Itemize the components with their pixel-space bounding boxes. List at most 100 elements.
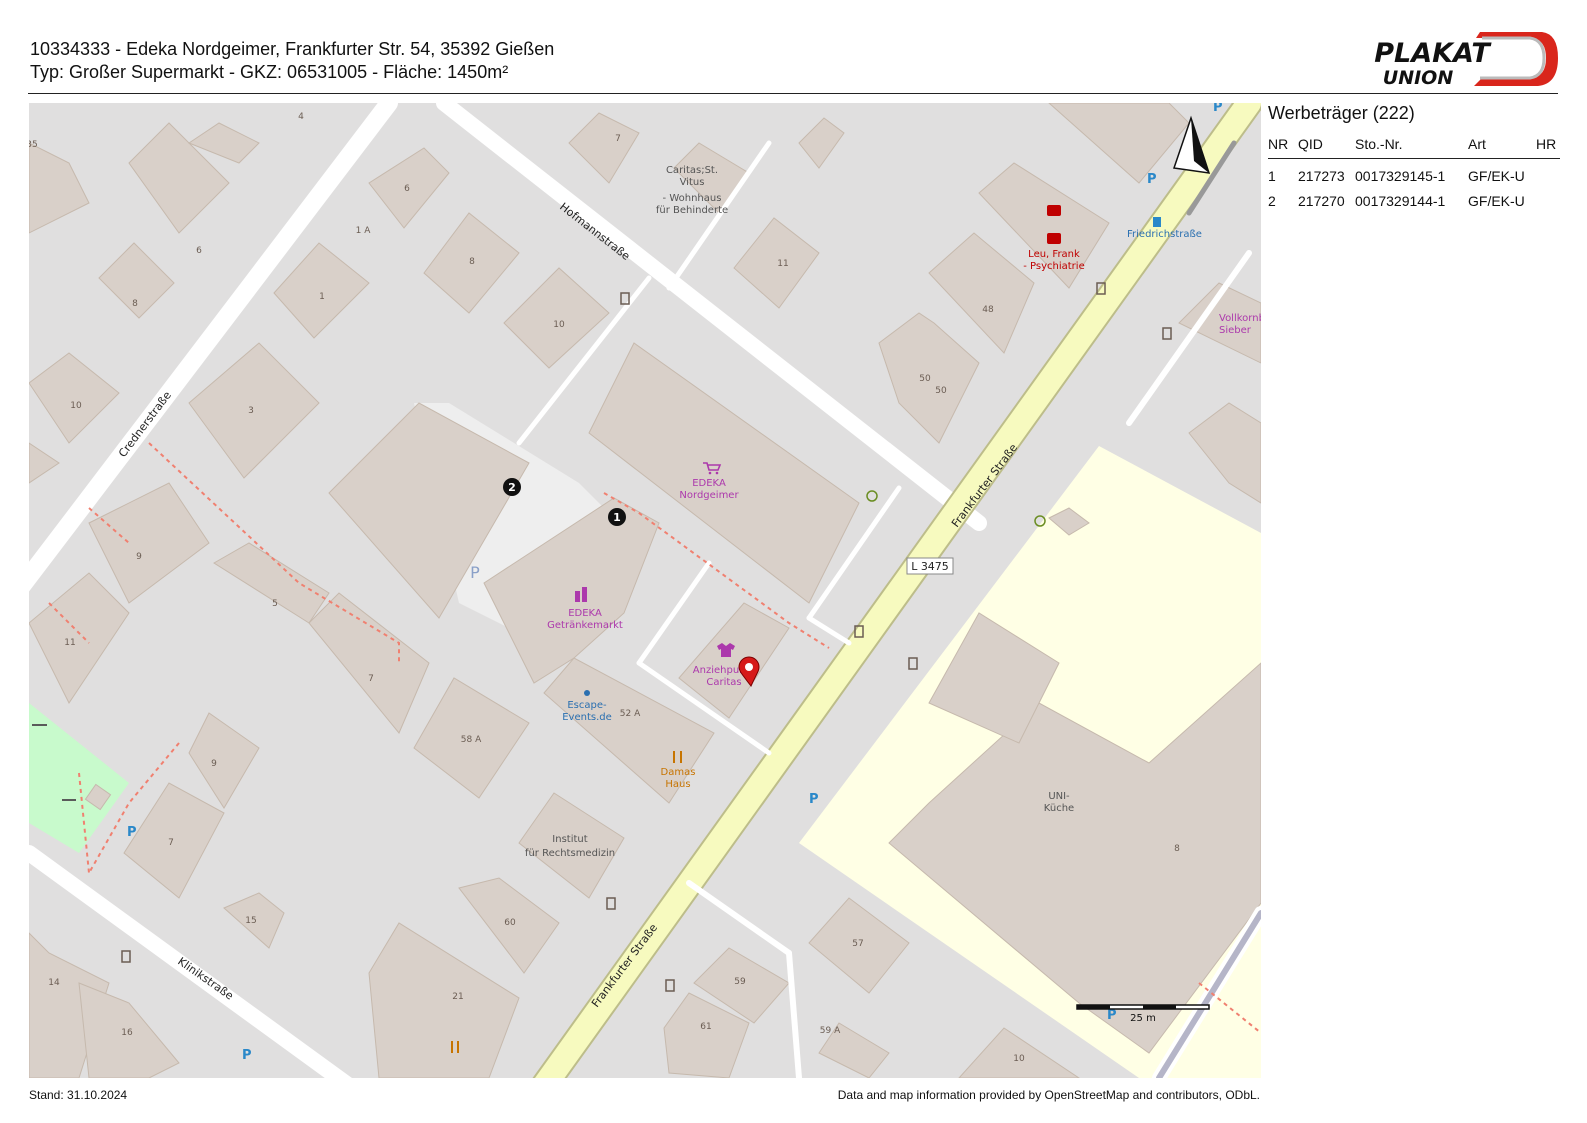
svg-text:16: 16: [121, 1028, 133, 1038]
header-subtitle: Typ: Großer Supermarkt - GKZ: 06531005 -…: [30, 62, 509, 82]
svg-text:P: P: [1147, 172, 1157, 187]
svg-text:60: 60: [504, 918, 516, 928]
poi-uni-2: Küche: [1044, 803, 1074, 814]
svg-text:P: P: [1107, 1008, 1117, 1023]
plakat-union-logo: PLAKAT UNION: [1374, 32, 1558, 89]
ad-carrier-title: Werbeträger (222): [1268, 103, 1415, 123]
cell-hr: [1536, 184, 1560, 209]
route-label: L 3475: [911, 560, 949, 573]
poi-institut-2: für Rechtsmedizin: [525, 848, 615, 859]
table-row[interactable]: 2 217270 0017329144-1 GF/EK-U: [1268, 184, 1560, 209]
poi-edeka-name: Nordgeimer: [679, 490, 739, 501]
map-view[interactable]: Hofmannstraße Crednerstraße Frankfurter …: [29, 103, 1261, 1078]
svg-text:3: 3: [248, 406, 254, 416]
footer-date: Stand: 31.10.2024: [29, 1088, 128, 1102]
col-art: Art: [1468, 132, 1536, 159]
poi-escape-2: Events.de: [562, 712, 612, 723]
ad-carrier-panel: Werbeträger (222) NR QID Sto.-Nr. Art HR…: [1268, 103, 1560, 209]
svg-text:P: P: [809, 792, 819, 807]
ad-marker-1[interactable]: 1: [608, 508, 626, 526]
svg-text:8: 8: [1174, 844, 1180, 854]
poi-vollkorn-1: Vollkornb: [1219, 313, 1261, 324]
svg-text:52 A: 52 A: [620, 709, 641, 719]
svg-text:2: 2: [508, 481, 516, 494]
street-label-klinik: Klinikstraße: [175, 955, 236, 1003]
col-nr: NR: [1268, 132, 1298, 159]
footer-attribution: Data and map information provided by Ope…: [837, 1088, 1260, 1102]
svg-text:6: 6: [404, 184, 410, 194]
page-header: 10334333 - Edeka Nordgeimer, Frankfurter…: [30, 38, 554, 84]
poi-institut-1: Institut: [552, 834, 587, 845]
logo-bottom-text: UNION: [1383, 67, 1454, 89]
cell-art: GF/EK-U: [1468, 193, 1525, 209]
svg-text:P: P: [127, 825, 137, 840]
svg-text:7: 7: [368, 674, 374, 684]
cell-art: GF/EK-U: [1468, 168, 1525, 184]
poi-edeka: EDEKA: [692, 478, 726, 489]
poi-caritas-3: - Wohnhaus: [663, 193, 722, 204]
cell-hr: [1536, 159, 1560, 185]
svg-text:50: 50: [935, 386, 947, 396]
svg-text:59: 59: [734, 977, 746, 987]
poi-leu-1: Leu, Frank: [1028, 249, 1080, 260]
scale-label: 25 m: [1130, 1013, 1156, 1024]
poi-caritas-2: Vitus: [680, 177, 705, 188]
svg-text:6: 6: [196, 246, 202, 256]
svg-text:21: 21: [452, 992, 463, 1002]
svg-text:1 A: 1 A: [356, 226, 372, 236]
svg-text:11: 11: [64, 638, 75, 648]
header-title: 10334333 - Edeka Nordgeimer, Frankfurter…: [30, 39, 555, 59]
svg-text:4: 4: [298, 112, 304, 122]
svg-text:14: 14: [48, 978, 60, 988]
svg-text:58 A: 58 A: [461, 735, 482, 745]
ad-marker-2[interactable]: 2: [503, 478, 521, 496]
station-icon: [1153, 217, 1161, 227]
svg-text:9: 9: [136, 552, 142, 562]
ad-carrier-table: NR QID Sto.-Nr. Art HR 1 217273 00173291…: [1268, 132, 1560, 209]
cell-nr: 2: [1268, 193, 1276, 209]
svg-text:5: 5: [272, 599, 278, 609]
table-row[interactable]: 1 217273 0017329145-1 GF/EK-U: [1268, 159, 1560, 185]
station-label: Friedrichstraße: [1127, 229, 1202, 240]
cell-sto: 0017329144-1: [1355, 193, 1446, 209]
poi-getraenke: EDEKA: [568, 608, 602, 619]
svg-text:57: 57: [852, 939, 863, 949]
svg-text:48: 48: [982, 305, 994, 315]
escape-dot-icon: [584, 690, 590, 696]
poi-damas-2: Haus: [665, 779, 690, 790]
svg-text:7: 7: [615, 134, 621, 144]
col-qid: QID: [1298, 132, 1355, 159]
svg-text:P: P: [1213, 103, 1223, 115]
svg-text:59 A: 59 A: [820, 1026, 841, 1036]
cell-sto: 0017329145-1: [1355, 168, 1446, 184]
poi-leu-2: - Psychiatrie: [1023, 261, 1084, 272]
cell-nr: 1: [1268, 168, 1276, 184]
svg-text:1: 1: [613, 511, 621, 524]
col-sto: Sto.-Nr.: [1355, 132, 1468, 159]
svg-text:50: 50: [919, 374, 931, 384]
svg-text:10: 10: [1013, 1054, 1025, 1064]
poi-uni-1: UNI-: [1048, 791, 1070, 802]
svg-text:10: 10: [553, 320, 565, 330]
table-header-row: NR QID Sto.-Nr. Art HR: [1268, 132, 1560, 159]
logo-top-text: PLAKAT: [1374, 38, 1492, 69]
street-label-credner: Crednerstraße: [116, 389, 174, 460]
poi-caritas-4: für Behinderte: [656, 205, 728, 216]
poi-damas-1: Damas: [661, 767, 696, 778]
street-label-hofmann: Hofmannstraße: [557, 200, 632, 263]
poi-escape-1: Escape-: [567, 700, 607, 711]
svg-text:P: P: [242, 1048, 252, 1063]
svg-text:9: 9: [211, 759, 217, 769]
svg-text:11: 11: [777, 259, 788, 269]
col-hr: HR: [1536, 132, 1560, 159]
poi-anziehpunkt-2: Caritas: [706, 677, 741, 688]
svg-text:61: 61: [700, 1022, 711, 1032]
poi-caritas-1: Caritas;St.: [666, 165, 718, 176]
svg-text:1: 1: [319, 292, 325, 302]
parking-label: P: [470, 563, 480, 582]
poi-vollkorn-2: Sieber: [1219, 325, 1252, 336]
header-divider: [28, 93, 1558, 94]
svg-text:7: 7: [168, 838, 174, 848]
svg-text:8: 8: [469, 257, 475, 267]
svg-text:15: 15: [245, 916, 256, 926]
